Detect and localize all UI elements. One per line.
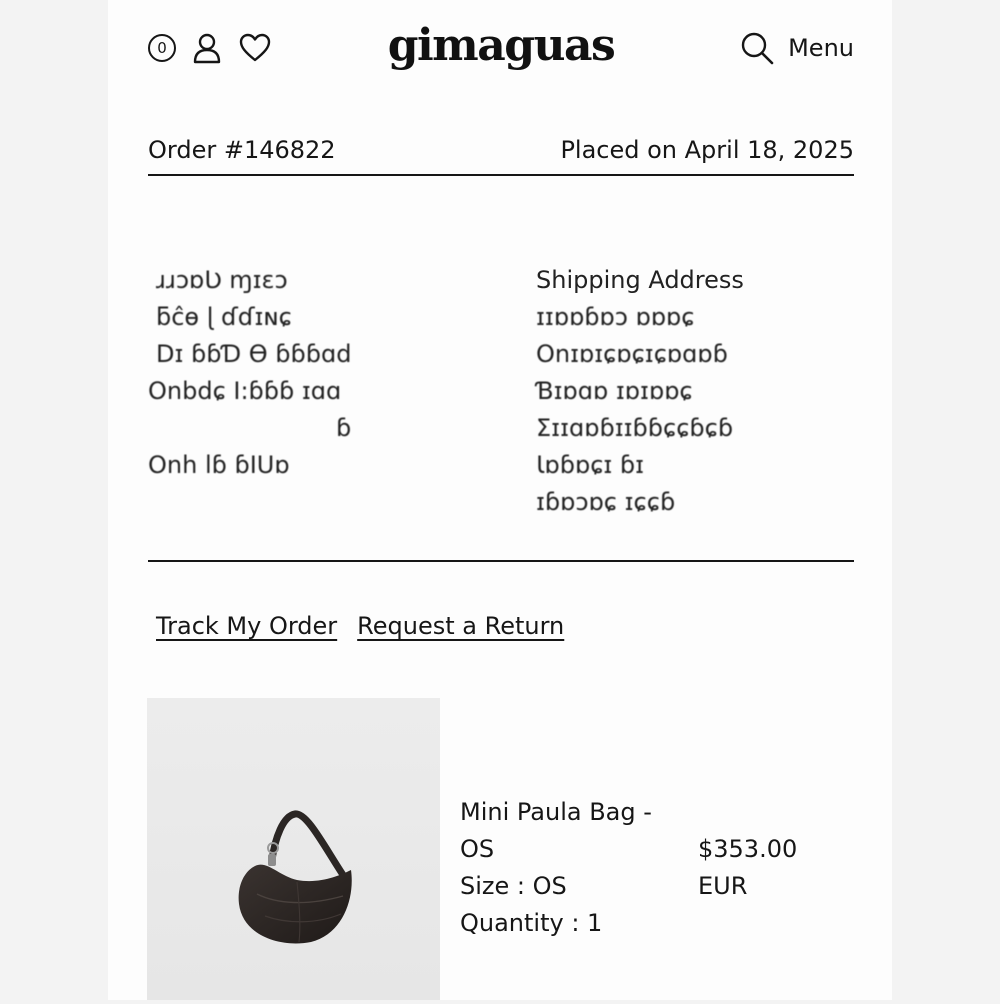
product-image[interactable] xyxy=(147,698,440,1000)
track-order-link[interactable]: Track My Order xyxy=(156,612,337,640)
billing-line: ɹɹɔɒƲ ɱɪɛɔ xyxy=(156,266,288,294)
product-price: $353.00 EUR xyxy=(698,831,838,905)
order-placed-date: Placed on April 18, 2025 xyxy=(560,136,854,164)
product-name-variant: OS xyxy=(460,835,495,863)
cart-count-badge[interactable]: 0 xyxy=(148,34,176,62)
price-amount: $353.00 xyxy=(698,835,798,863)
account-icon[interactable] xyxy=(190,31,224,65)
order-summary-bar: Order #146822 Placed on April 18, 2025 xyxy=(148,136,854,176)
product-info: Mini Paula Bag - OS Size : OS Quantity :… xyxy=(460,794,700,942)
billing-line: Onbdɕ I:ɓɓɓ ɪɑɑ xyxy=(148,377,342,405)
shipping-line: ɪɓɒɔɒɕ ɪɕɕɓ xyxy=(536,488,676,516)
billing-line: Onh lɓ ɓIUɒ xyxy=(148,451,290,479)
shipping-line: Onɪɒɪɕɒɕɪɕɒɑɒɓ xyxy=(536,340,728,368)
request-return-link[interactable]: Request a Return xyxy=(357,612,564,640)
divider xyxy=(148,560,854,562)
billing-line: ƃĉɵ ɭ ɗɗɪɴɕ xyxy=(156,303,292,331)
brand-logo[interactable]: gimaguas xyxy=(388,20,616,72)
product-name[interactable]: Mini Paula Bag - xyxy=(460,794,700,831)
order-actions: Track My Order Request a Return xyxy=(156,612,564,640)
header-left-icons: 0 xyxy=(148,30,272,66)
shipping-column: Shipping Address ɪɪɒɒɓɒɔ ɒɒɒɕ Onɪɒɪɕɒɕɪɕ… xyxy=(536,262,854,521)
search-icon[interactable] xyxy=(740,31,774,65)
order-page: 0 gimaguas Menu Order #146822 Placed on … xyxy=(108,0,892,1000)
billing-column: ɹɹɔɒƲ ɱɪɛɔ ƃĉɵ ɭ ɗɗɪɴɕ Dɪ ɓɓƊ Ɵ ɓɓɓɑd On… xyxy=(148,262,476,484)
order-number: Order #146822 xyxy=(148,136,336,164)
billing-line: ɓ xyxy=(336,414,352,442)
product-size: Size : OS xyxy=(460,872,567,900)
product-quantity: Quantity : 1 xyxy=(460,909,603,937)
site-header: 0 gimaguas Menu xyxy=(148,20,854,76)
header-right: Menu xyxy=(740,30,854,66)
shipping-address-title: Shipping Address xyxy=(536,266,744,294)
shipping-line: ɪɪɒɒɓɒɔ ɒɒɒɕ xyxy=(536,303,695,331)
bag-icon xyxy=(238,810,352,944)
menu-button[interactable]: Menu xyxy=(788,34,854,62)
shipping-line: Ɩɒɓɒɕɪ ɓɪ xyxy=(536,451,645,479)
price-currency: EUR xyxy=(698,872,748,900)
order-details: ɹɹɔɒƲ ɱɪɛɔ ƃĉɵ ɭ ɗɗɪɴɕ Dɪ ɓɓƊ Ɵ ɓɓɓɑd On… xyxy=(148,262,854,562)
shipping-line: Ɓɪɒɑɒ ɪɒɪɒɒɕ xyxy=(536,377,693,405)
heart-icon[interactable] xyxy=(238,31,272,65)
billing-line: Dɪ ɓɓƊ Ɵ ɓɓɓɑd xyxy=(156,340,352,368)
shipping-line: Ʃɪɪɑɒɓɪɪɓɓɕɕɓɕɓ xyxy=(536,414,734,442)
